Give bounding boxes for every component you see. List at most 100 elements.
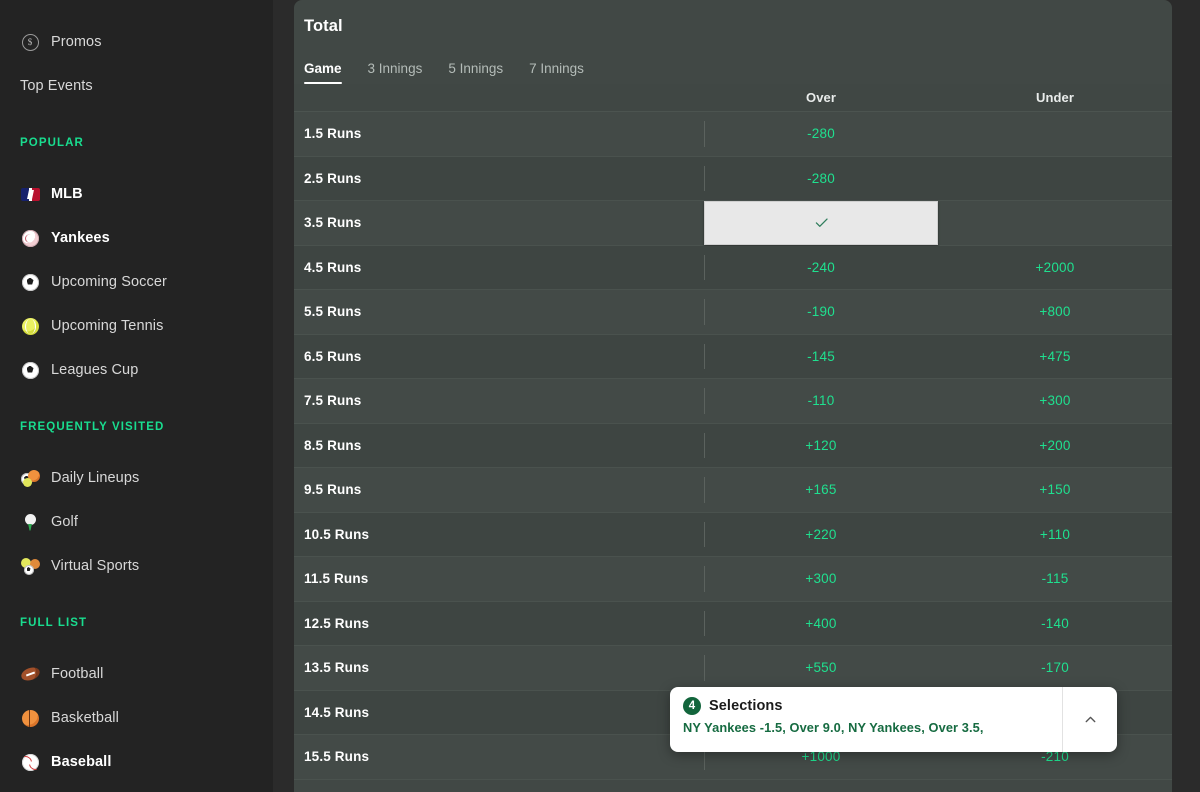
odds-cell-over[interactable]: +120 [704, 424, 938, 468]
betslip-body: 4 Selections NY Yankees -1.5, Over 9.0, … [670, 687, 1062, 752]
sidebar-item-label: Promos [51, 34, 102, 50]
sidebar-item-daily-lineups[interactable]: Daily Lineups [0, 456, 273, 500]
sidebar-item-virtual-sports[interactable]: Virtual Sports [0, 544, 273, 588]
table-row: 5.5 Runs -190 +800 [294, 290, 1172, 335]
sidebar-item-golf[interactable]: Golf [0, 500, 273, 544]
sidebar-item-mlb[interactable]: MLB [0, 172, 273, 216]
sidebar-section-heading-frequently-visited: FREQUENTLY VISITED [20, 421, 165, 433]
sidebar-item-leagues-cup[interactable]: Leagues Cup [0, 348, 273, 392]
sidebar-item-label: Virtual Sports [51, 558, 140, 574]
betslip-selections-text: NY Yankees -1.5, Over 9.0, NY Yankees, O… [683, 720, 984, 735]
row-label: 2.5 Runs [304, 170, 362, 186]
betslip-expand-button[interactable] [1062, 687, 1117, 752]
odds-cell-over-selected[interactable] [704, 201, 938, 245]
odds-cell-under[interactable] [938, 201, 1172, 245]
golf-tee-icon [20, 512, 40, 532]
odds-cell-under[interactable]: -140 [938, 602, 1172, 646]
odds-cell-under[interactable]: +150 [938, 468, 1172, 512]
odds-cell-over[interactable]: -280 [704, 157, 938, 201]
tab-game[interactable]: Game [304, 61, 342, 84]
odds-cell-under[interactable]: +800 [938, 290, 1172, 334]
sidebar-item-basketball[interactable]: Basketball [0, 696, 273, 740]
page-title: Total [304, 17, 343, 35]
baseball-icon [20, 752, 40, 772]
odds-cell-over[interactable]: -145 [704, 335, 938, 379]
tab-3-innings[interactable]: 3 Innings [368, 61, 423, 84]
odds-table: Over Under 1.5 Runs -280 2.5 Runs -280 3.5 R… [294, 84, 1172, 780]
row-label: 13.5 Runs [304, 660, 370, 676]
odds-cell-over[interactable]: -280 [704, 112, 938, 156]
tab-7-innings[interactable]: 7 Innings [529, 61, 584, 84]
sidebar-item-baseball[interactable]: Baseball [0, 740, 273, 784]
sidebar-item-top-events[interactable]: Top Events [0, 64, 273, 108]
row-label: 4.5 Runs [304, 259, 362, 275]
odds-cell-under[interactable]: +110 [938, 513, 1172, 557]
table-row: 7.5 Runs -110 +300 [294, 379, 1172, 424]
total-market-card: Total Game 3 Innings 5 Innings 7 Innings… [294, 0, 1172, 792]
odds-cell-over[interactable]: -190 [704, 290, 938, 334]
row-label: 8.5 Runs [304, 437, 362, 453]
odds-cell-under[interactable]: -170 [938, 646, 1172, 690]
sidebar-section-heading-full-list: FULL LIST [20, 617, 88, 629]
odds-cell-over[interactable]: +300 [704, 557, 938, 601]
table-header-row: Over Under [294, 84, 1172, 112]
baseball-icon [20, 228, 40, 248]
odds-cell-under[interactable]: +475 [938, 335, 1172, 379]
football-icon [19, 664, 41, 684]
odds-cell-under[interactable] [938, 112, 1172, 156]
multi-sport-icon [20, 468, 40, 488]
sidebar: $ Promos Top Events POPULAR MLB Yankees … [0, 0, 273, 792]
row-label: 7.5 Runs [304, 393, 362, 409]
odds-cell-under[interactable]: +300 [938, 379, 1172, 423]
odds-cell-under[interactable] [938, 157, 1172, 201]
sidebar-item-football[interactable]: Football [0, 652, 273, 696]
main-content: Total Game 3 Innings 5 Innings 7 Innings… [273, 0, 1200, 792]
sidebar-item-yankees[interactable]: Yankees [0, 216, 273, 260]
odds-cell-over[interactable]: +400 [704, 602, 938, 646]
sidebar-item-upcoming-soccer[interactable]: Upcoming Soccer [0, 260, 273, 304]
table-body: 1.5 Runs -280 2.5 Runs -280 3.5 Runs 4.5 Runs… [294, 112, 1172, 780]
sidebar-item-label: Leagues Cup [51, 362, 139, 378]
sidebar-item-label: Basketball [51, 710, 119, 726]
sidebar-item-label: Yankees [51, 230, 110, 246]
odds-cell-under[interactable]: -115 [938, 557, 1172, 601]
odds-cell-under[interactable]: +200 [938, 424, 1172, 468]
table-row: 9.5 Runs +165 +150 [294, 468, 1172, 513]
betslip-popup[interactable]: 4 Selections NY Yankees -1.5, Over 9.0, … [670, 687, 1117, 752]
table-row: 10.5 Runs +220 +110 [294, 512, 1172, 557]
odds-cell-over[interactable]: +165 [704, 468, 938, 512]
table-row: 12.5 Runs +400 -140 [294, 601, 1172, 646]
odds-cell-over[interactable]: +550 [704, 646, 938, 690]
column-header-over: Over [805, 90, 837, 105]
odds-cell-over[interactable]: -110 [704, 379, 938, 423]
sidebar-item-label: Golf [51, 514, 78, 530]
table-row: 11.5 Runs +300 -115 [294, 557, 1172, 602]
row-label: 10.5 Runs [304, 526, 370, 542]
row-label: 14.5 Runs [304, 704, 370, 720]
check-icon [815, 218, 828, 228]
row-label: 15.5 Runs [304, 749, 370, 765]
odds-cell-over[interactable]: -240 [704, 246, 938, 290]
odds-cell-over[interactable]: +220 [704, 513, 938, 557]
row-label: 11.5 Runs [304, 571, 369, 587]
row-label: 6.5 Runs [304, 348, 362, 364]
virtual-sports-icon [20, 556, 40, 576]
odds-cell-under[interactable]: +2000 [938, 246, 1172, 290]
sidebar-item-hockey[interactable]: Hockey [0, 784, 273, 792]
table-row: 1.5 Runs -280 [294, 112, 1172, 157]
sidebar-item-upcoming-tennis[interactable]: Upcoming Tennis [0, 304, 273, 348]
table-row: 4.5 Runs -240 +2000 [294, 245, 1172, 290]
row-label: 12.5 Runs [304, 615, 370, 631]
sidebar-item-label: Upcoming Soccer [51, 274, 167, 290]
table-row: 6.5 Runs -145 +475 [294, 334, 1172, 379]
inning-tabs: Game 3 Innings 5 Innings 7 Innings [294, 50, 1172, 84]
soccer-ball-icon [20, 360, 40, 380]
sidebar-item-promos[interactable]: $ Promos [0, 20, 273, 64]
betslip-title: Selections [709, 698, 783, 714]
tab-5-innings[interactable]: 5 Innings [448, 61, 503, 84]
